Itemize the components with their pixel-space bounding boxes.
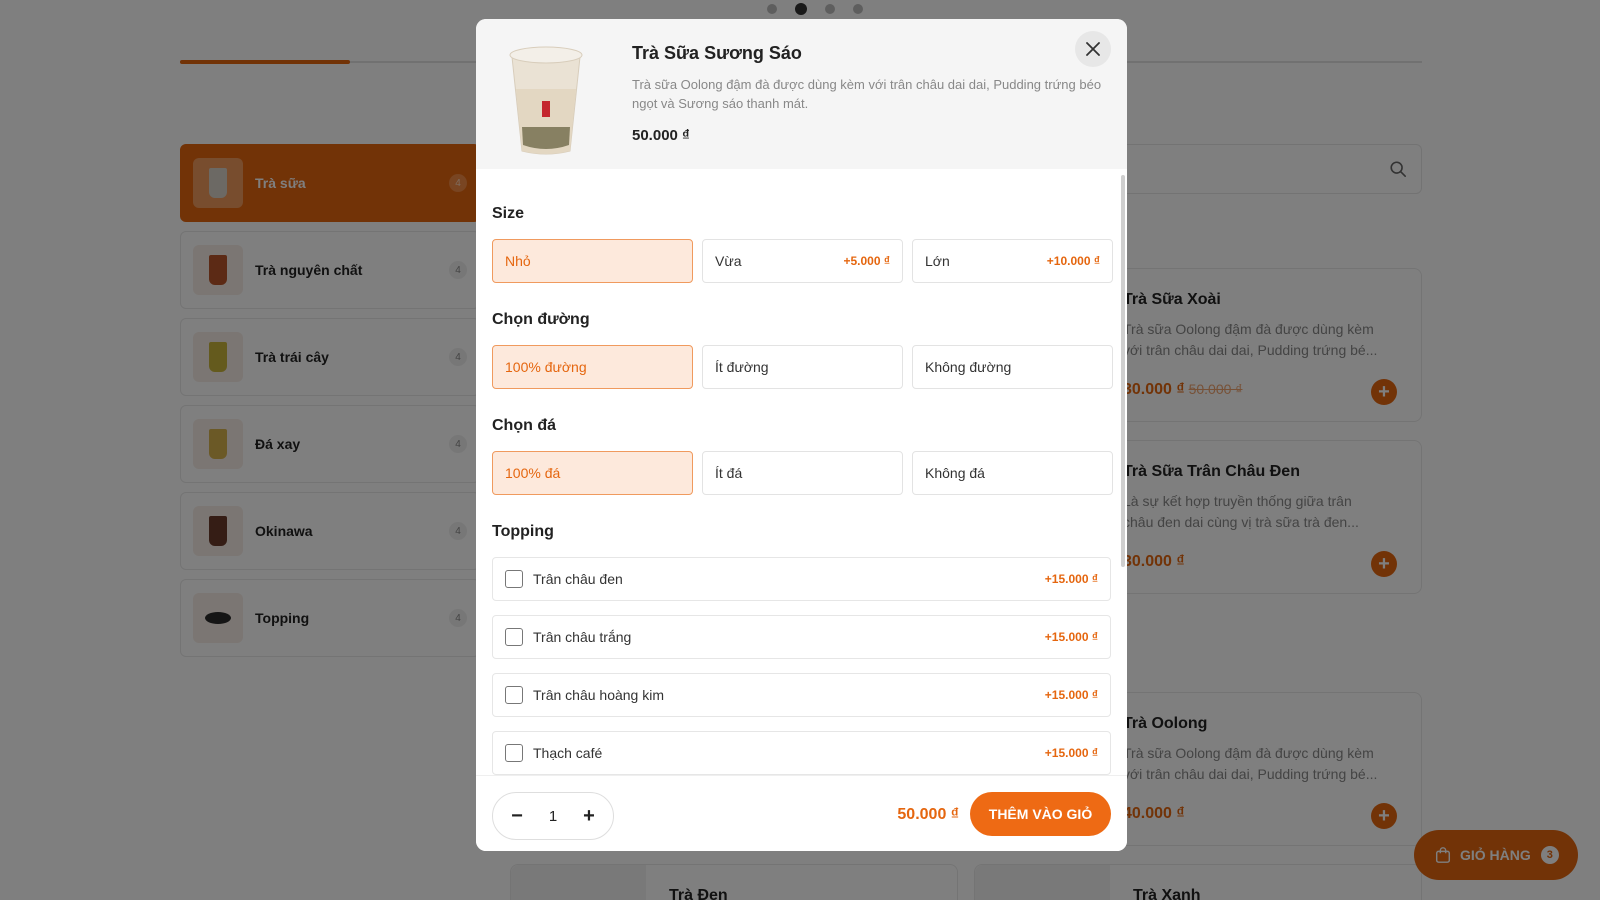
modal-footer: − 1 + 50.000 ₫ THÊM VÀO GIỎ: [476, 775, 1127, 851]
ice-option-none[interactable]: Không đá: [912, 451, 1113, 495]
product-options-modal: Trà Sữa Sương Sáo Trà sữa Oolong đậm đà …: [476, 19, 1127, 851]
modal-header: Trà Sữa Sương Sáo Trà sữa Oolong đậm đà …: [476, 19, 1127, 169]
product-image: [509, 46, 583, 155]
sugar-options: 100% đường Ít đường Không đường: [492, 345, 1113, 389]
sugar-option-less[interactable]: Ít đường: [702, 345, 903, 389]
quantity-stepper: − 1 +: [492, 792, 614, 840]
option-label: 100% đá: [505, 465, 561, 481]
topping-price: +15.000 ₫: [1044, 630, 1098, 644]
modal-options-body: Size Nhỏ Vừa +5.000 ₫ Lớn +10.000 ₫ Chọn đ…: [476, 169, 1127, 775]
total-price: 50.000 ₫: [897, 806, 959, 823]
topping-checkbox[interactable]: [505, 686, 523, 704]
size-section-title: Size: [492, 205, 525, 222]
size-option-vua[interactable]: Vừa +5.000 ₫: [702, 239, 903, 283]
modal-product-price: 50.000 ₫: [632, 127, 690, 144]
topping-price: +15.000 ₫: [1044, 688, 1098, 702]
topping-price: +15.000 ₫: [1044, 746, 1098, 760]
topping-label: Trân châu trắng: [533, 629, 632, 645]
add-to-cart-button[interactable]: THÊM VÀO GIỎ: [970, 792, 1111, 836]
option-label: Không đường: [925, 359, 1012, 375]
topping-checkbox[interactable]: [505, 570, 523, 588]
topping-label: Trân châu hoàng kim: [533, 687, 664, 703]
option-label: Ít đường: [715, 359, 769, 375]
topping-section-title: Topping: [492, 523, 554, 540]
option-extra-price: +5.000 ₫: [843, 254, 890, 268]
size-option-nho[interactable]: Nhỏ: [492, 239, 693, 283]
ice-options: 100% đá Ít đá Không đá: [492, 451, 1113, 495]
sugar-option-none[interactable]: Không đường: [912, 345, 1113, 389]
option-label: Nhỏ: [505, 253, 531, 269]
option-extra-price: +10.000 ₫: [1046, 254, 1100, 268]
size-options: Nhỏ Vừa +5.000 ₫ Lớn +10.000 ₫: [492, 239, 1113, 283]
close-button[interactable]: [1075, 31, 1111, 67]
option-label: 100% đường: [505, 359, 587, 375]
topping-item[interactable]: Trân châu trắng +15.000 ₫: [492, 615, 1111, 659]
increase-quantity-button[interactable]: +: [579, 805, 599, 828]
topping-price: +15.000 ₫: [1044, 572, 1098, 586]
topping-item[interactable]: Trân châu đen +15.000 ₫: [492, 557, 1111, 601]
modal-product-description: Trà sữa Oolong đậm đà được dùng kèm với …: [632, 77, 1102, 111]
ice-section-title: Chọn đá: [492, 417, 556, 434]
modal-product-title: Trà Sữa Sương Sáo: [632, 43, 802, 63]
option-label: Không đá: [925, 465, 985, 481]
topping-checkbox[interactable]: [505, 628, 523, 646]
close-icon: [1086, 42, 1100, 56]
topping-item[interactable]: Thạch café +15.000 ₫: [492, 731, 1111, 775]
ice-option-less[interactable]: Ít đá: [702, 451, 903, 495]
topping-item[interactable]: Trân châu hoàng kim +15.000 ₫: [492, 673, 1111, 717]
decrease-quantity-button[interactable]: −: [507, 805, 527, 828]
topping-label: Thạch café: [533, 745, 603, 761]
modal-scrollbar[interactable]: [1121, 175, 1125, 567]
option-label: Lớn: [925, 253, 950, 269]
topping-label: Trân châu đen: [533, 571, 623, 587]
sugar-section-title: Chọn đường: [492, 311, 590, 328]
topping-checkbox[interactable]: [505, 744, 523, 762]
option-label: Vừa: [715, 253, 742, 269]
quantity-value: 1: [548, 807, 558, 825]
size-option-lon[interactable]: Lớn +10.000 ₫: [912, 239, 1113, 283]
ice-option-100[interactable]: 100% đá: [492, 451, 693, 495]
sugar-option-100[interactable]: 100% đường: [492, 345, 693, 389]
option-label: Ít đá: [715, 465, 743, 481]
